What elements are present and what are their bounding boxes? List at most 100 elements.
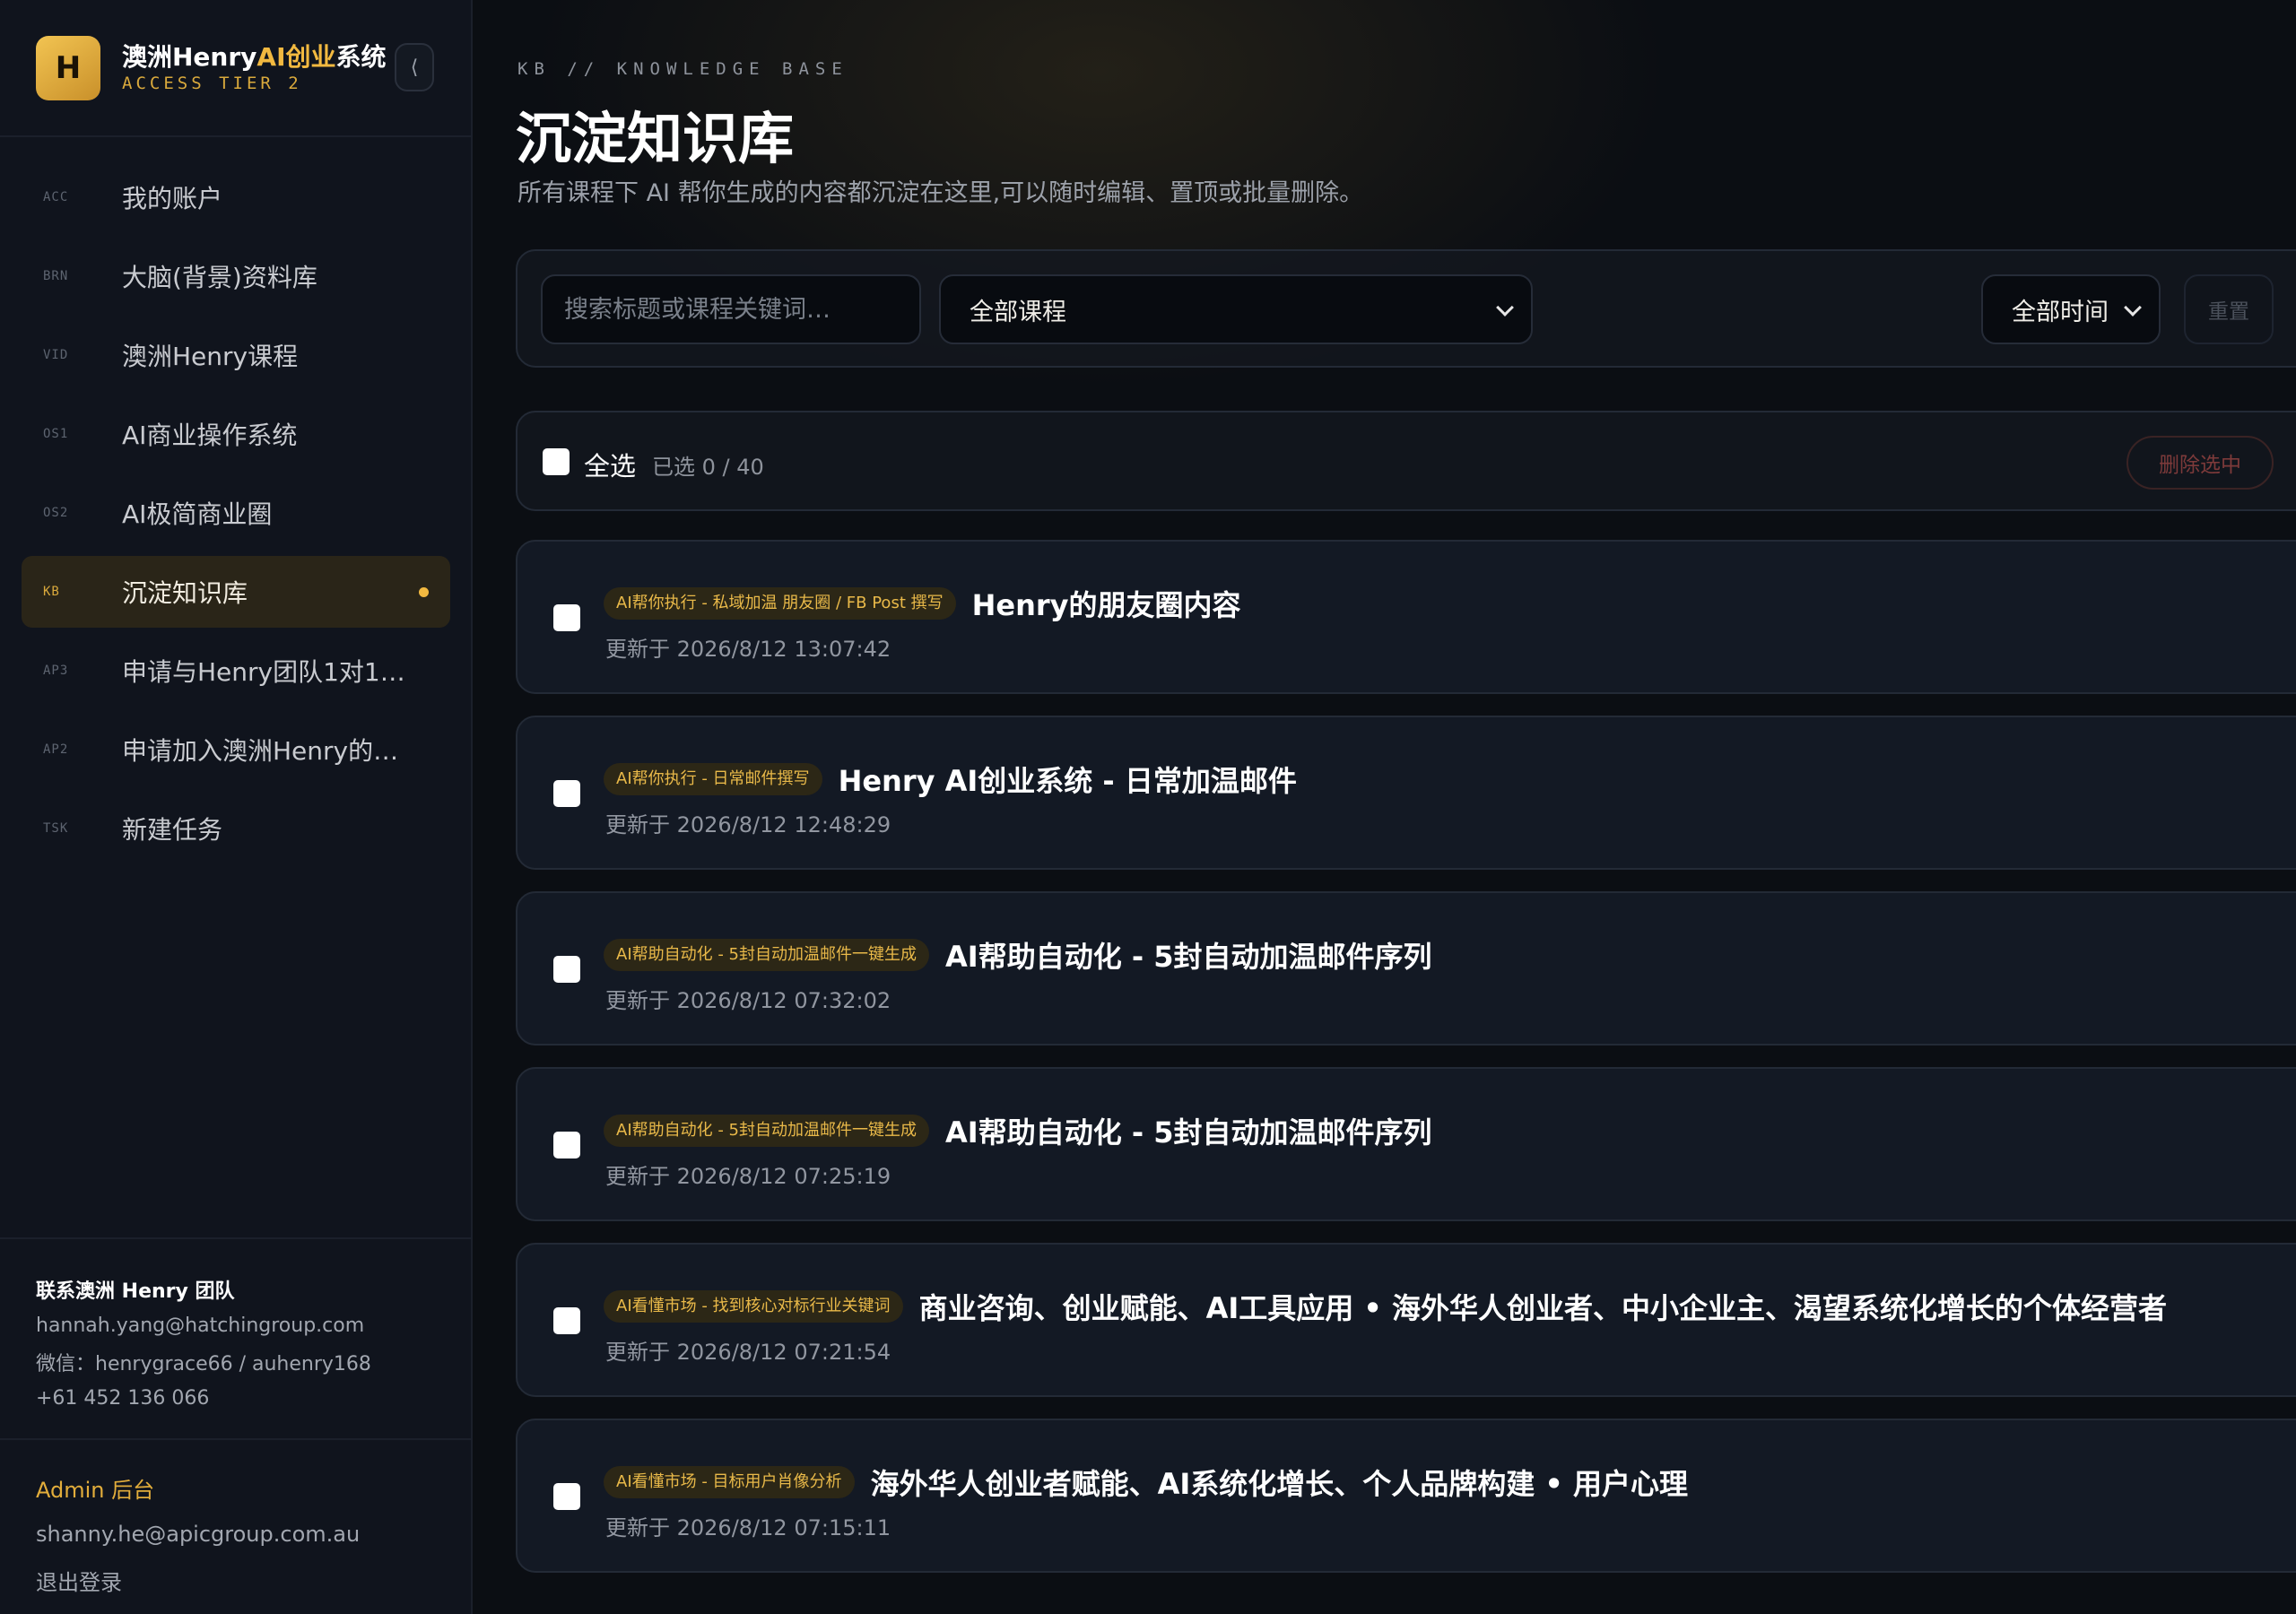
item-tag: AI帮你执行 - 私域加温 朋友圈 / FB Post 撰写: [604, 587, 956, 620]
item-updated: 更新于 2026/8/12 12:48:29: [605, 812, 891, 837]
chevron-down-icon: [2124, 299, 2142, 317]
sidebar-item-label: AI商业操作系统: [122, 421, 298, 450]
item-updated: 更新于 2026/8/12 07:32:02: [605, 988, 891, 1013]
access-tier: ACCESS TIER 2: [122, 74, 302, 93]
item-checkbox[interactable]: [553, 780, 580, 807]
active-dot-icon: [419, 586, 429, 597]
list-item[interactable]: AI看懂市场 - 找到核心对标行业关键词 商业咨询、创业赋能、AI工具应用 • 海…: [516, 1243, 2296, 1397]
sidebar-item-code: OS1: [43, 427, 69, 441]
sidebar-item-label: AI极简商业圈: [122, 499, 273, 529]
sidebar-item-code: ACC: [43, 190, 69, 204]
reset-button[interactable]: 重置: [2184, 274, 2274, 344]
delete-selected-button[interactable]: 删除选中: [2126, 436, 2274, 490]
sidebar-item-code: KB: [43, 585, 60, 599]
sidebar-item-label: 大脑(背景)资料库: [122, 263, 317, 292]
sidebar-item[interactable]: BRN 大脑(背景)资料库: [22, 240, 450, 312]
item-title[interactable]: 商业咨询、创业赋能、AI工具应用 • 海外华人创业者、中小企业主、渴望系统化增长…: [919, 1286, 2167, 1327]
item-title[interactable]: 海外华人创业者赋能、AI系统化增长、个人品牌构建 • 用户心理: [871, 1462, 1688, 1503]
sidebar: H 澳洲HenryAI创业系统 ACCESS TIER 2 ⟨ ACC 我的账户 B…: [0, 0, 473, 1614]
contact-section: 联系澳洲 Henry 团队 hannah.yang@hatchingroup.c…: [0, 1237, 471, 1440]
item-tag: AI看懂市场 - 找到核心对标行业关键词: [604, 1290, 903, 1323]
sidebar-item[interactable]: OS2 AI极简商业圈: [22, 477, 450, 549]
search-input[interactable]: [541, 274, 921, 344]
list-item[interactable]: AI帮助自动化 - 5封自动加温邮件一键生成 AI帮助自动化 - 5封自动加温邮件…: [516, 1067, 2296, 1221]
item-checkbox[interactable]: [553, 604, 580, 631]
filter-bar: 全部课程 全部时间 重置: [516, 249, 2296, 368]
contact-phone[interactable]: +61 452 136 066: [36, 1387, 435, 1410]
page-eyebrow: KB // KNOWLEDGE BASE: [517, 59, 848, 79]
course-select[interactable]: 全部课程: [939, 274, 1533, 344]
item-header: AI看懂市场 - 目标用户肖像分析 海外华人创业者赋能、AI系统化增长、个人品牌构…: [604, 1462, 1688, 1503]
time-select-value: 全部时间: [2012, 298, 2109, 326]
sidebar-item-label: 澳洲Henry课程: [122, 342, 299, 371]
selection-bar: 全选 已选 0 / 40 删除选中: [516, 411, 2296, 511]
sidebar-item-code: VID: [43, 348, 69, 362]
chevron-left-icon: ⟨: [410, 56, 419, 79]
sidebar-item-label: 沉淀知识库: [122, 578, 248, 608]
knowledge-list: AI帮你执行 - 私域加温 朋友圈 / FB Post 撰写 Henry的朋友圈内…: [516, 540, 2296, 1594]
main-content: KB // KNOWLEDGE BASE 沉淀知识库 所有课程下 AI 帮你生成…: [473, 0, 2296, 1614]
item-checkbox[interactable]: [553, 1307, 580, 1334]
item-header: AI帮你执行 - 私域加温 朋友圈 / FB Post 撰写 Henry的朋友圈内…: [604, 583, 1241, 624]
sidebar-item-label: 申请加入澳洲Henry的成…: [122, 736, 423, 766]
sidebar-item[interactable]: ACC 我的账户: [22, 161, 450, 233]
item-tag: AI帮助自动化 - 5封自动加温邮件一键生成: [604, 1115, 930, 1147]
item-checkbox[interactable]: [553, 956, 580, 983]
brand-title: 澳洲HenryAI创业系统: [122, 38, 387, 74]
item-updated: 更新于 2026/8/12 07:25:19: [605, 1164, 891, 1189]
item-header: AI帮助自动化 - 5封自动加温邮件一键生成 AI帮助自动化 - 5封自动加温邮件…: [604, 1110, 1432, 1151]
item-updated: 更新于 2026/8/12 07:15:11: [605, 1515, 891, 1540]
brand-title-suffix: 系统: [335, 42, 387, 72]
item-tag: AI看懂市场 - 目标用户肖像分析: [604, 1466, 855, 1498]
brand-header: H 澳洲HenryAI创业系统 ACCESS TIER 2 ⟨: [0, 0, 471, 137]
sidebar-item-label: 新建任务: [122, 815, 223, 845]
sidebar-item-code: BRN: [43, 269, 69, 283]
item-updated: 更新于 2026/8/12 13:07:42: [605, 637, 891, 662]
contact-wechat: 微信：henrygrace66 / auhenry168: [36, 1353, 371, 1375]
admin-link[interactable]: Admin 后台: [36, 1472, 435, 1504]
chevron-down-icon: [1496, 299, 1514, 317]
item-header: AI帮助自动化 - 5封自动加温邮件一键生成 AI帮助自动化 - 5封自动加温邮件…: [604, 934, 1432, 976]
sidebar-collapse-button[interactable]: ⟨: [395, 43, 434, 91]
user-email: shanny.he@apicgroup.com.au: [36, 1522, 361, 1547]
sidebar-item-code: TSK: [43, 821, 69, 836]
item-header: AI帮你执行 - 日常邮件撰写 Henry AI创业系统 - 日常加温邮件: [604, 759, 1297, 800]
select-all-label[interactable]: 全选: [584, 446, 636, 483]
page-description: 所有课程下 AI 帮你生成的内容都沉淀在这里,可以随时编辑、置顶或批量删除。: [517, 179, 1364, 207]
sidebar-item[interactable]: AP3 申请与Henry团队1对1咨询: [22, 635, 450, 707]
page-title: 沉淀知识库: [516, 106, 795, 171]
item-title[interactable]: Henry的朋友圈内容: [972, 583, 1241, 624]
list-item[interactable]: AI帮助自动化 - 5封自动加温邮件一键生成 AI帮助自动化 - 5封自动加温邮件…: [516, 891, 2296, 1046]
sidebar-item-label: 申请与Henry团队1对1咨询: [122, 657, 423, 687]
item-title[interactable]: AI帮助自动化 - 5封自动加温邮件序列: [945, 934, 1432, 976]
contact-title: 联系澳洲 Henry 团队: [36, 1280, 235, 1303]
item-checkbox[interactable]: [553, 1483, 580, 1510]
sidebar-item[interactable]: AP2 申请加入澳洲Henry的成…: [22, 714, 450, 785]
item-title[interactable]: AI帮助自动化 - 5封自动加温邮件序列: [945, 1110, 1432, 1151]
sidebar-item[interactable]: TSK 新建任务: [22, 793, 450, 864]
sidebar-item[interactable]: OS1 AI商业操作系统: [22, 398, 450, 470]
sidebar-item-code: AP3: [43, 664, 69, 678]
time-select[interactable]: 全部时间: [1981, 274, 2161, 344]
item-updated: 更新于 2026/8/12 07:21:54: [605, 1340, 891, 1365]
course-select-value: 全部课程: [970, 298, 1066, 326]
brand-title-accent: AI创业: [257, 42, 336, 72]
admin-section: Admin 后台 shanny.he@apicgroup.com.au 退出登录: [0, 1440, 471, 1596]
selected-count: 已选 0 / 40: [652, 455, 764, 480]
sidebar-item[interactable]: KB 沉淀知识库: [22, 556, 450, 628]
select-all-checkbox[interactable]: [543, 448, 570, 475]
sidebar-item-code: AP2: [43, 742, 69, 757]
list-item[interactable]: AI帮你执行 - 日常邮件撰写 Henry AI创业系统 - 日常加温邮件更新于 …: [516, 716, 2296, 870]
list-item[interactable]: AI看懂市场 - 目标用户肖像分析 海外华人创业者赋能、AI系统化增长、个人品牌构…: [516, 1419, 2296, 1573]
sidebar-nav: ACC 我的账户 BRN 大脑(背景)资料库 VID 澳洲Henry课程 OS1 AI商业操作…: [22, 161, 450, 872]
contact-email[interactable]: hannah.yang@hatchingroup.com: [36, 1315, 435, 1337]
logout-link[interactable]: 退出登录: [36, 1565, 435, 1596]
app-root: H 澳洲HenryAI创业系统 ACCESS TIER 2 ⟨ ACC 我的账户 B…: [0, 0, 2296, 1614]
item-tag: AI帮助自动化 - 5封自动加温邮件一键生成: [604, 939, 930, 971]
item-title[interactable]: Henry AI创业系统 - 日常加温邮件: [839, 759, 1297, 800]
sidebar-item-label: 我的账户: [122, 184, 223, 213]
item-checkbox[interactable]: [553, 1132, 580, 1158]
sidebar-item[interactable]: VID 澳洲Henry课程: [22, 319, 450, 391]
brand-title-prefix: 澳洲Henry: [122, 42, 257, 72]
list-item[interactable]: AI帮你执行 - 私域加温 朋友圈 / FB Post 撰写 Henry的朋友圈内…: [516, 540, 2296, 694]
